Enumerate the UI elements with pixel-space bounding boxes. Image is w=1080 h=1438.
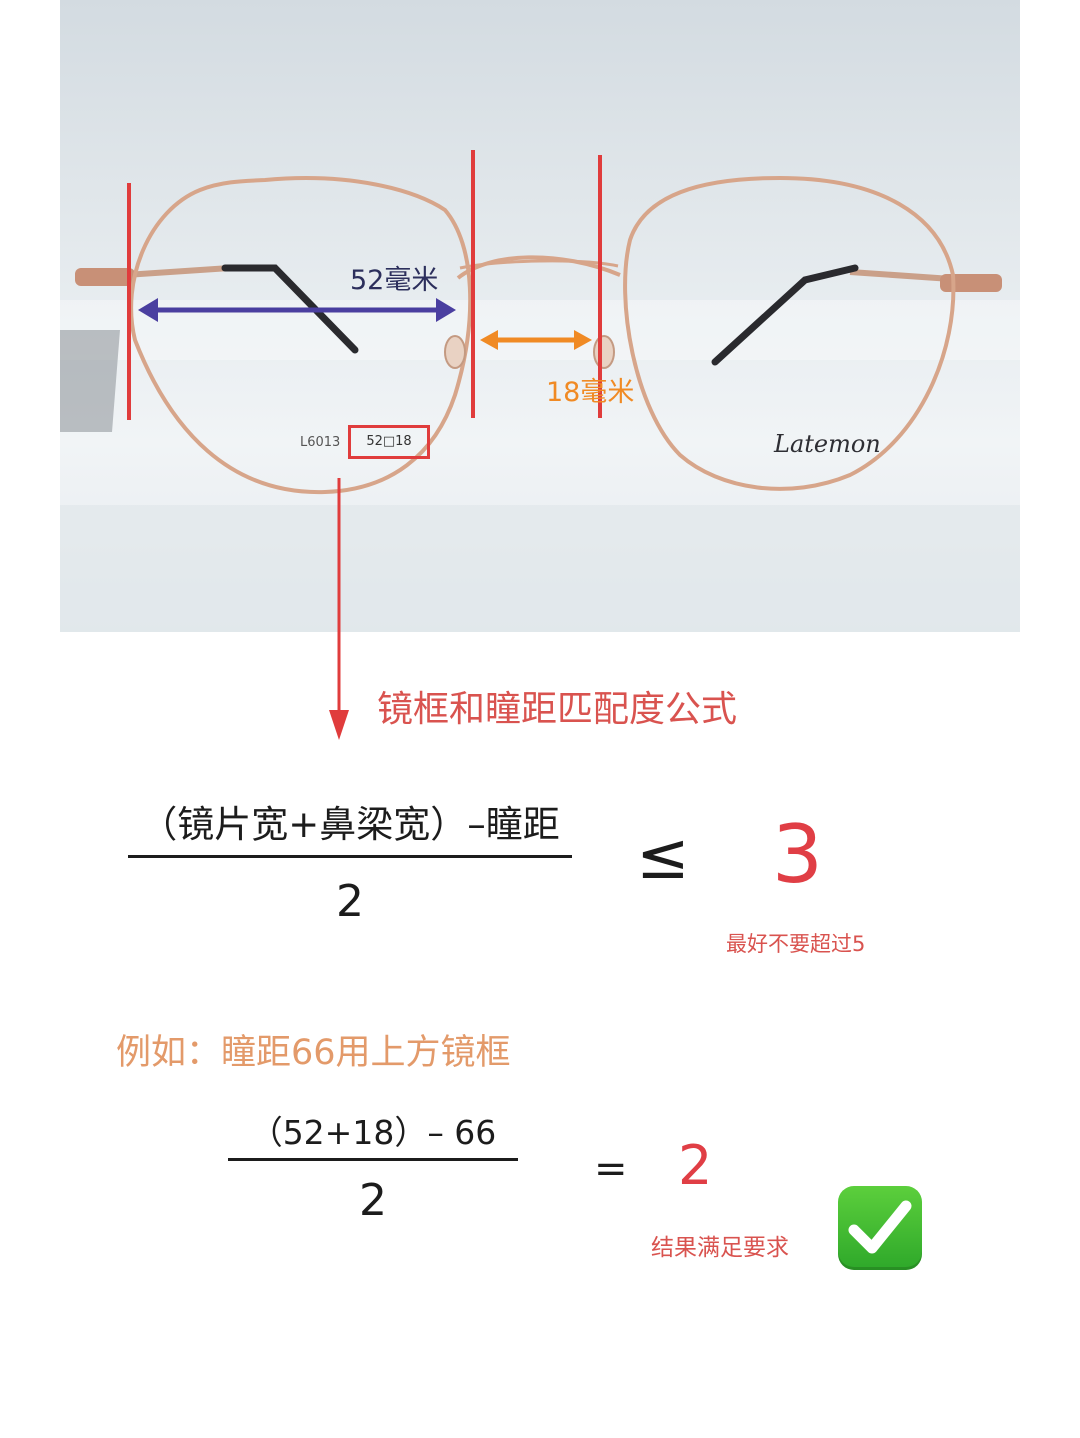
- frame-model-number: L6013: [300, 435, 341, 450]
- formula-note: 最好不要超过5: [726, 932, 866, 956]
- example-note: 结果满足要求: [651, 1235, 789, 1261]
- example-operator: =: [594, 1146, 628, 1192]
- example-fraction: （52+18）– 66 2: [228, 1110, 518, 1226]
- formula-fraction-bar: [128, 855, 572, 858]
- right-nose-pad: [593, 335, 615, 369]
- lens-width-label: 52毫米: [350, 265, 439, 296]
- glasses-photo: 52毫米 18毫米 L6013 52□18 Latemon: [60, 0, 1020, 632]
- example-fraction-bar: [228, 1158, 518, 1161]
- pointer-arrow: [329, 478, 349, 740]
- formula-limit: 3: [772, 808, 823, 901]
- left-nose-pad: [444, 335, 466, 369]
- formula-denominator: 2: [336, 876, 364, 927]
- formula-fraction: （镜片宽+鼻梁宽）–瞳距 2: [128, 800, 572, 927]
- example-denominator: 2: [359, 1175, 387, 1226]
- bridge-width-label: 18毫米: [546, 377, 635, 408]
- price-tag: [60, 330, 120, 432]
- example-heading: 例如：瞳距66用上方镜框: [116, 1033, 511, 1073]
- table-reflection: [60, 505, 1020, 632]
- size-marking: 52□18: [366, 434, 412, 449]
- formula-heading: 镜框和瞳距匹配度公式: [377, 689, 738, 730]
- example-numerator: （52+18）– 66: [249, 1113, 497, 1152]
- formula-numerator: （镜片宽+鼻梁宽）–瞳距: [140, 803, 560, 846]
- pointer-arrow-head: [329, 710, 349, 740]
- size-marking-box: 52□18: [348, 425, 430, 459]
- formula-operator: ≤: [636, 820, 690, 894]
- glasses-illustration: [60, 150, 1020, 632]
- example-result: 2: [678, 1134, 713, 1197]
- left-hinge: [75, 268, 135, 286]
- right-hinge: [940, 274, 1002, 292]
- check-mark-icon: [838, 1186, 922, 1270]
- brand-logo: Latemon: [774, 430, 881, 458]
